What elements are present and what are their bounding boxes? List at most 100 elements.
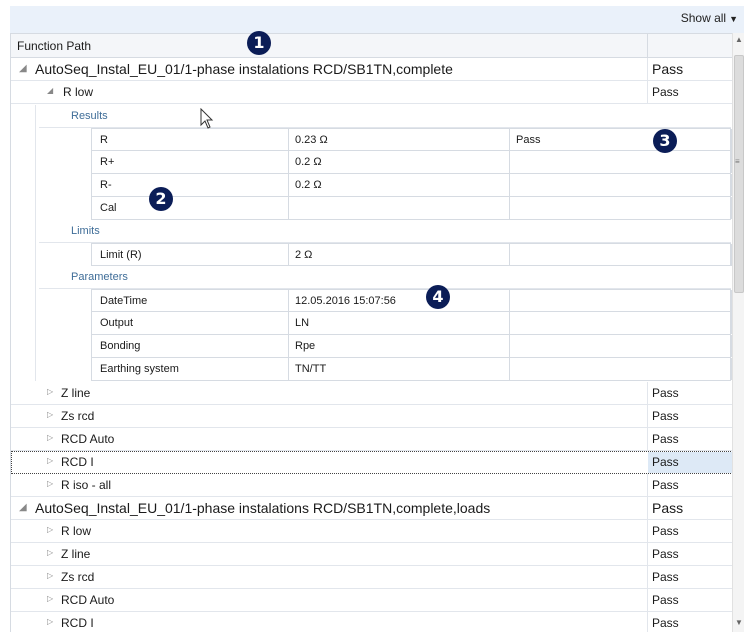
parameter-value: TN/TT: [295, 363, 327, 375]
test-result: Pass: [652, 455, 679, 469]
result-row[interactable]: R+ 0.2 Ω: [91, 151, 732, 174]
sequence-label: AutoSeq_Instal_EU_01/1-phase instalation…: [35, 61, 453, 77]
toolbar: Show all ▼: [0, 0, 744, 33]
scroll-down-icon[interactable]: ▼: [733, 618, 744, 630]
collapsed-arrow-icon[interactable]: ▷: [47, 548, 53, 557]
expanded-arrow-icon[interactable]: ◢: [47, 86, 53, 95]
test-result: Pass: [652, 524, 679, 538]
collapsed-arrow-icon[interactable]: ▷: [47, 479, 53, 488]
parameter-name: DateTime: [100, 295, 148, 307]
vertical-scrollbar[interactable]: ▲ ≡ ▼: [732, 33, 744, 632]
section-label: Parameters: [71, 271, 128, 283]
test-result: Pass: [652, 386, 679, 400]
collapsed-arrow-icon[interactable]: ▷: [47, 525, 53, 534]
collapsed-arrow-icon[interactable]: ▷: [47, 387, 53, 396]
result-value: 0.2 Ω: [295, 156, 322, 168]
result-status: Pass: [516, 134, 541, 146]
callout-badge-3: 3: [653, 129, 677, 153]
parameter-value: Rpe: [295, 340, 316, 352]
column-header-function-path: Function Path: [17, 39, 92, 53]
test-result: Pass: [652, 85, 679, 99]
parameter-row[interactable]: Output LN: [91, 312, 732, 335]
test-label: RCD I: [61, 455, 94, 469]
test-row-zs-rcd[interactable]: ▷ Zs rcd Pass: [11, 405, 732, 428]
parameter-name: Bonding: [100, 340, 141, 352]
sequence-result: Pass: [652, 500, 684, 516]
parameter-value: 12.05.2016 15:07:56: [295, 295, 396, 307]
test-label: R low: [63, 85, 94, 99]
test-result: Pass: [652, 409, 679, 423]
result-name: Cal: [100, 202, 117, 214]
test-label: RCD Auto: [61, 432, 115, 446]
test-label: Z line: [61, 386, 91, 400]
result-value: 0.23 Ω: [295, 134, 328, 146]
limit-value: 2 Ω: [295, 249, 313, 261]
test-label: R iso - all: [61, 478, 112, 492]
section-parameters: Parameters: [39, 266, 731, 289]
test-result: Pass: [652, 547, 679, 561]
expanded-arrow-icon[interactable]: ◢: [19, 502, 27, 513]
parameter-row[interactable]: DateTime 12.05.2016 15:07:56: [91, 289, 732, 312]
collapsed-arrow-icon[interactable]: ▷: [47, 594, 53, 603]
test-row-zs-rcd[interactable]: ▷ Zs rcd Pass: [11, 566, 732, 589]
result-name: R: [100, 134, 108, 146]
collapsed-arrow-icon[interactable]: ▷: [47, 433, 53, 442]
column-separator[interactable]: [647, 34, 648, 59]
test-row-r-low[interactable]: ◢ R low Pass: [11, 81, 732, 104]
collapsed-arrow-icon[interactable]: ▷: [47, 617, 53, 626]
test-label: Zs rcd: [61, 570, 95, 584]
show-all-dropdown[interactable]: Show all ▼: [681, 11, 738, 25]
test-detail-panel: Results R 0.23 Ω Pass R+ 0.2 Ω R- 0.2 Ω: [35, 105, 732, 381]
section-label: Results: [71, 110, 108, 122]
parameter-row[interactable]: Bonding Rpe: [91, 335, 732, 358]
test-row-r-iso-all[interactable]: ▷ R iso - all Pass: [11, 474, 732, 497]
mouse-pointer-icon: [200, 108, 214, 129]
test-row-z-line[interactable]: ▷ Z line Pass: [11, 543, 732, 566]
toolbar-band: [10, 6, 744, 33]
test-result: Pass: [652, 570, 679, 584]
section-limits: Limits: [39, 220, 731, 243]
test-result: Pass: [652, 616, 679, 630]
test-result: Pass: [652, 478, 679, 492]
parameter-name: Earthing system: [100, 363, 179, 375]
show-all-label: Show all: [680, 11, 727, 25]
scrollbar-thumb[interactable]: [734, 55, 744, 293]
result-row[interactable]: R 0.23 Ω Pass: [91, 128, 732, 151]
sequence-row[interactable]: ◢ AutoSeq_Instal_EU_01/1-phase instalati…: [11, 58, 732, 81]
results-tree-grid: Function Path ◢ AutoSeq_Instal_EU_01/1-p…: [10, 33, 732, 632]
test-row-rcd-i[interactable]: ▷ RCD I Pass: [11, 612, 732, 632]
collapsed-arrow-icon[interactable]: ▷: [47, 410, 53, 419]
sequence-result: Pass: [652, 61, 684, 77]
collapsed-arrow-icon[interactable]: ▷: [47, 571, 53, 580]
test-label: RCD Auto: [61, 593, 115, 607]
section-label: Limits: [71, 225, 100, 237]
result-name: R+: [100, 156, 115, 168]
callout-badge-4: 4: [426, 285, 450, 309]
test-row-rcd-auto[interactable]: ▷ RCD Auto Pass: [11, 428, 732, 451]
test-result: Pass: [652, 432, 679, 446]
section-results: Results: [39, 105, 731, 128]
test-label: R low: [61, 524, 92, 538]
callout-badge-2: 2: [149, 187, 173, 211]
test-label: RCD I: [61, 616, 94, 630]
test-result: Pass: [652, 593, 679, 607]
test-label: Z line: [61, 547, 91, 561]
test-row-rcd-auto[interactable]: ▷ RCD Auto Pass: [11, 589, 732, 612]
result-row[interactable]: Cal: [91, 197, 732, 220]
test-row-rcd-i-selected[interactable]: ▷ RCD I Pass: [11, 451, 732, 474]
limit-row[interactable]: Limit (R) 2 Ω: [91, 243, 732, 266]
expanded-arrow-icon[interactable]: ◢: [19, 63, 27, 74]
result-row[interactable]: R- 0.2 Ω: [91, 174, 732, 197]
grip-icon: ≡: [735, 157, 740, 166]
test-row-r-low[interactable]: ▷ R low Pass: [11, 520, 732, 543]
test-row-z-line[interactable]: ▷ Z line Pass: [11, 382, 732, 405]
sequence-row[interactable]: ◢ AutoSeq_Instal_EU_01/1-phase instalati…: [11, 497, 732, 520]
parameter-row[interactable]: Earthing system TN/TT: [91, 358, 732, 381]
parameter-value: LN: [295, 317, 310, 329]
column-header[interactable]: Function Path: [11, 33, 732, 59]
callout-badge-1: 1: [247, 31, 271, 55]
scroll-up-icon[interactable]: ▲: [733, 35, 744, 47]
test-label: Zs rcd: [61, 409, 95, 423]
collapsed-arrow-icon[interactable]: ▷: [47, 456, 53, 465]
parameter-name: Output: [100, 317, 134, 329]
